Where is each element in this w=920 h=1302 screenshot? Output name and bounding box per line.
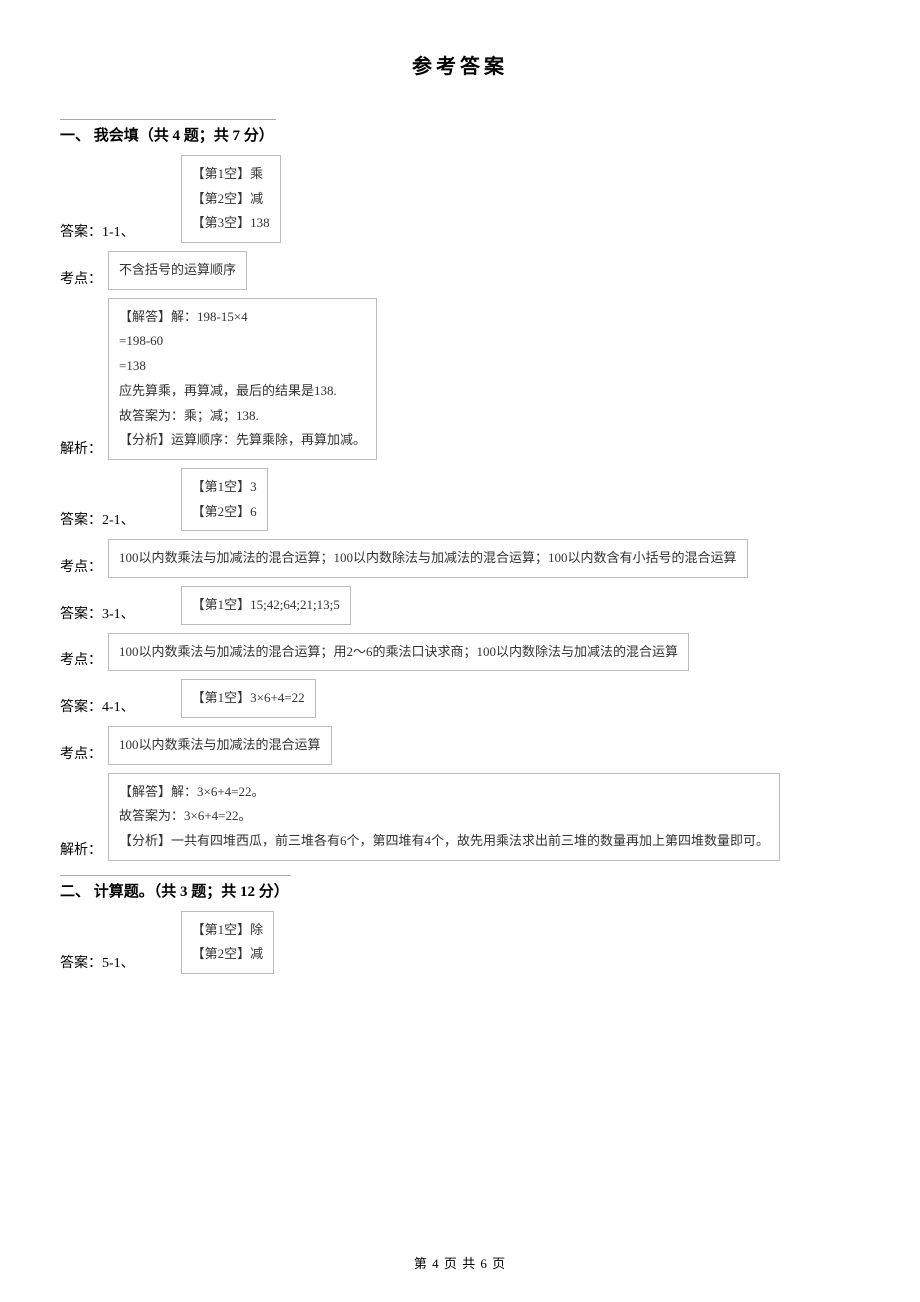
q4-jiexi-line-3: 【分析】一共有四堆西瓜，前三堆各有6个，第四堆有4个，故先用乘法求出前三堆的数量… — [119, 829, 769, 854]
section-1-heading: 一、 我会填（共 4 题；共 7 分） — [60, 119, 276, 145]
q4-jiexi-box: 【解答】解：3×6+4=22。 故答案为：3×6+4=22。 【分析】一共有四堆… — [108, 773, 780, 861]
q4-answer-box: 【第1空】3×6+4=22 — [181, 679, 316, 718]
q4-answer-row: 答案：4-1、 【第1空】3×6+4=22 — [60, 679, 860, 718]
q5-answer-line-1: 【第1空】除 — [192, 918, 264, 943]
q2-kaodian-text: 100以内数乘法与加减法的混合运算；100以内数除法与加减法的混合运算；100以… — [119, 550, 737, 565]
q1-jiexi-line-5: 故答案为：乘；减；138. — [119, 404, 366, 429]
page-footer: 第 4 页 共 6 页 — [0, 1253, 920, 1272]
q1-answer-row: 答案：1-1、 【第1空】乘 【第2空】减 【第3空】138 — [60, 155, 860, 243]
q1-jiexi-line-2: =198-60 — [119, 329, 366, 354]
q2-answer-box: 【第1空】3 【第2空】6 — [181, 468, 268, 531]
q4-jiexi-row: 解析： 【解答】解：3×6+4=22。 故答案为：3×6+4=22。 【分析】一… — [60, 773, 860, 861]
q5-answer-label: 答案：5-1、 — [60, 952, 135, 974]
q4-kaodian-box: 100以内数乘法与加减法的混合运算 — [108, 726, 332, 765]
q1-kaodian-row: 考点： 不含括号的运算顺序 — [60, 251, 860, 290]
q1-kaodian-text: 不含括号的运算顺序 — [119, 262, 236, 277]
q3-answer-label: 答案：3-1、 — [60, 603, 135, 625]
q1-answer-line-1: 【第1空】乘 — [192, 162, 270, 187]
q1-answer-box: 【第1空】乘 【第2空】减 【第3空】138 — [181, 155, 281, 243]
q4-answer-line-1: 【第1空】3×6+4=22 — [192, 686, 305, 711]
q3-kaodian-box: 100以内数乘法与加减法的混合运算；用2～6的乘法口诀求商；100以内数除法与加… — [108, 633, 689, 672]
q1-answer-line-3: 【第3空】138 — [192, 211, 270, 236]
q3-kaodian-text: 100以内数乘法与加减法的混合运算；用2～6的乘法口诀求商；100以内数除法与加… — [119, 644, 678, 659]
q2-kaodian-box: 100以内数乘法与加减法的混合运算；100以内数除法与加减法的混合运算；100以… — [108, 539, 748, 578]
q5-answer-box: 【第1空】除 【第2空】减 — [181, 911, 275, 974]
q2-answer-line-1: 【第1空】3 — [192, 475, 257, 500]
q1-jiexi-line-6: 【分析】运算顺序：先算乘除，再算加减。 — [119, 428, 366, 453]
q3-answer-box: 【第1空】15;42;64;21;13;5 — [181, 586, 351, 625]
q2-answer-line-2: 【第2空】6 — [192, 500, 257, 525]
section-2-heading: 二、 计算题。（共 3 题；共 12 分） — [60, 875, 291, 901]
q4-jiexi-line-2: 故答案为：3×6+4=22。 — [119, 804, 769, 829]
q4-kaodian-text: 100以内数乘法与加减法的混合运算 — [119, 737, 321, 752]
q4-kaodian-row: 考点： 100以内数乘法与加减法的混合运算 — [60, 726, 860, 765]
q1-jiexi-box: 【解答】解：198-15×4 =198-60 =138 应先算乘，再算减，最后的… — [108, 298, 377, 460]
q1-answer-label: 答案：1-1、 — [60, 221, 135, 243]
q1-kaodian-label: 考点： — [60, 268, 102, 290]
q1-jiexi-line-4: 应先算乘，再算减，最后的结果是138. — [119, 379, 366, 404]
q2-kaodian-row: 考点： 100以内数乘法与加减法的混合运算；100以内数除法与加减法的混合运算；… — [60, 539, 860, 578]
q3-kaodian-label: 考点： — [60, 649, 102, 671]
q4-jiexi-label: 解析： — [60, 839, 102, 861]
q3-answer-row: 答案：3-1、 【第1空】15;42;64;21;13;5 — [60, 586, 860, 625]
page-title: 参考答案 — [60, 50, 860, 79]
q5-answer-line-2: 【第2空】减 — [192, 942, 264, 967]
q1-jiexi-row: 解析： 【解答】解：198-15×4 =198-60 =138 应先算乘，再算减… — [60, 298, 860, 460]
q2-kaodian-label: 考点： — [60, 556, 102, 578]
q1-kaodian-box: 不含括号的运算顺序 — [108, 251, 247, 290]
q4-jiexi-line-1: 【解答】解：3×6+4=22。 — [119, 780, 769, 805]
q5-answer-row: 答案：5-1、 【第1空】除 【第2空】减 — [60, 911, 860, 974]
q3-answer-line-1: 【第1空】15;42;64;21;13;5 — [192, 593, 340, 618]
q1-jiexi-line-3: =138 — [119, 354, 366, 379]
q1-answer-line-2: 【第2空】减 — [192, 187, 270, 212]
q4-kaodian-label: 考点： — [60, 743, 102, 765]
q1-jiexi-line-1: 【解答】解：198-15×4 — [119, 305, 366, 330]
q2-answer-label: 答案：2-1、 — [60, 509, 135, 531]
q1-jiexi-label: 解析： — [60, 438, 102, 460]
q4-answer-label: 答案：4-1、 — [60, 696, 135, 718]
q3-kaodian-row: 考点： 100以内数乘法与加减法的混合运算；用2～6的乘法口诀求商；100以内数… — [60, 633, 860, 672]
q2-answer-row: 答案：2-1、 【第1空】3 【第2空】6 — [60, 468, 860, 531]
